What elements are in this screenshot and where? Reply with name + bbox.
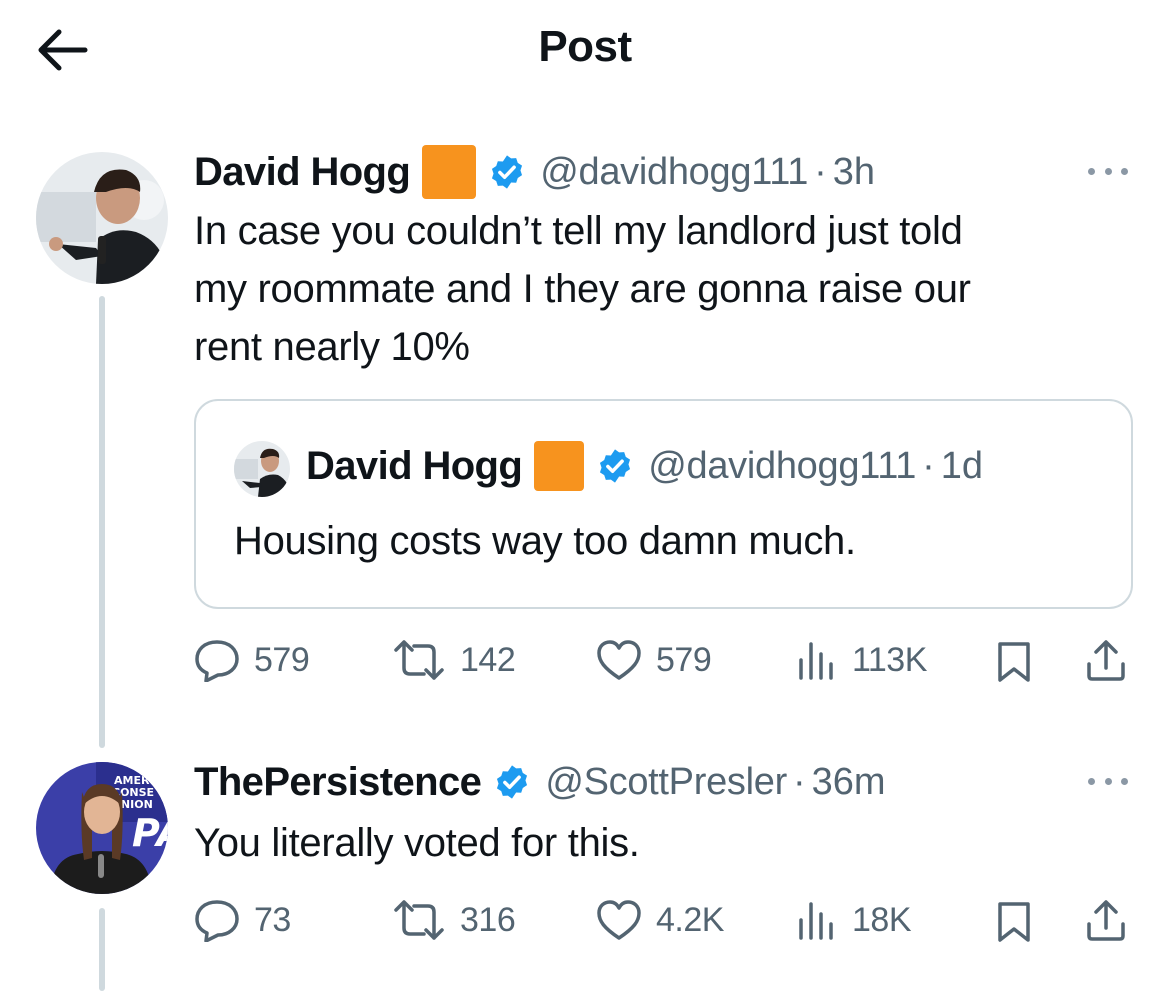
dot-icon [1088,167,1095,175]
quoted-author-name: David Hogg [306,443,523,488]
post-header: David Hogg @davidhogg111 · 3h [194,142,875,202]
reply-author-avatar[interactable]: AMER CONSE UNION PA [36,762,168,894]
reply-count: 579 [254,640,310,679]
svg-text:PA: PA [132,811,168,855]
post-text-line: rent nearly 10% [194,325,470,369]
dot-icon [1121,167,1128,175]
quoted-author-handle: @davidhogg111 [648,444,917,487]
reply-count: 73 [254,900,291,939]
views-button[interactable]: 18K [796,898,912,942]
reply-icon [195,900,239,942]
dot-icon [1104,777,1112,785]
share-icon [1087,640,1125,681]
views-count: 18K [852,900,912,939]
quoted-post-card[interactable]: David Hogg @davidhogg111 · 1d Housing co… [194,399,1133,609]
like-button[interactable]: 579 [596,638,712,682]
share-icon [1087,900,1125,941]
quoted-author-avatar [234,441,290,497]
repost-button[interactable]: 316 [392,898,516,942]
like-count: 4.2K [656,900,724,939]
author-handle[interactable]: @davidhogg111 [540,151,808,194]
bookmark-button[interactable] [996,640,1032,684]
reply-author-handle[interactable]: @ScottPresler [545,761,787,804]
dot-icon [1121,777,1128,785]
quoted-post-header: David Hogg @davidhogg111 · 1d [306,441,983,491]
views-count: 113K [852,640,927,679]
more-options-button[interactable] [1080,156,1136,186]
bookmark-button[interactable] [996,900,1032,944]
reply-more-options-button[interactable] [1080,766,1136,796]
like-count: 579 [656,640,712,679]
repost-icon [394,640,444,680]
reply-button[interactable]: 579 [194,638,310,682]
like-button[interactable]: 4.2K [596,898,724,942]
repost-count: 142 [460,640,516,679]
separator-dot: · [792,760,806,803]
reply-header: ThePersistence @ScottPresler · 36m [194,752,886,812]
verified-badge-icon [600,449,631,483]
heart-icon [597,900,641,940]
post-text-line: In case you couldn’t tell my landlord ju… [194,209,963,253]
verified-badge-icon [492,155,523,189]
views-chart-icon [799,642,833,680]
views-button[interactable]: 113K [796,638,927,682]
author-name[interactable]: David Hogg [194,150,411,195]
post-time[interactable]: 3h [833,151,875,194]
share-button[interactable] [1084,898,1128,942]
thread-line [99,296,105,748]
post-text-line: my roommate and I they are gonna raise o… [194,267,971,311]
views-chart-icon [799,902,833,940]
heart-icon [597,640,641,680]
reply-text: You literally voted for this. [194,821,640,865]
dot-icon [1104,167,1112,175]
repost-button[interactable]: 142 [392,638,516,682]
verified-badge-icon [497,765,528,799]
reply-icon [195,640,239,682]
dot-icon [1088,777,1095,785]
quoted-post-time: 1d [940,444,983,487]
bookmark-icon [998,902,1030,942]
share-button[interactable] [1084,638,1128,682]
page-title: Post [538,22,632,71]
author-avatar[interactable] [36,152,168,284]
repost-icon [394,900,444,940]
reply-time[interactable]: 36m [812,761,886,804]
thread-line [99,908,105,991]
reply-button[interactable]: 73 [194,898,291,942]
top-bar: Post [0,0,1170,100]
repost-count: 316 [460,900,516,939]
reply-author-name[interactable]: ThePersistence [194,760,482,805]
separator-dot: · [814,150,827,193]
orange-square-emoji [534,441,585,491]
post-text: In case you couldn’t tell my landlord ju… [194,202,971,376]
separator-dot: · [922,444,935,487]
bookmark-icon [998,642,1030,682]
quoted-post-text: Housing costs way too damn much. [234,519,856,563]
orange-square-emoji [422,145,477,199]
